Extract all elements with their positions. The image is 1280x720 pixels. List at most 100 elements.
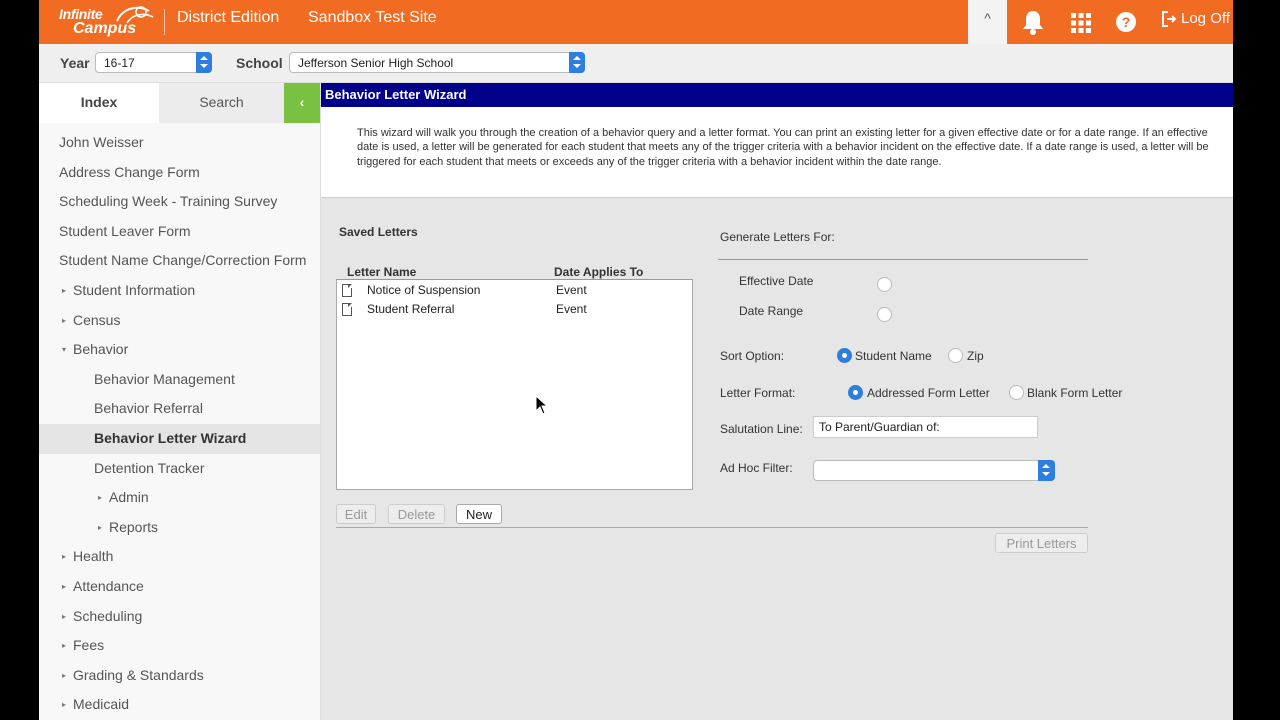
sidebar-item-scheduling[interactable]: ▸ Scheduling [39,602,320,632]
wizard-description: This wizard will walk you through the cr… [321,107,1233,198]
column-header-letter-name[interactable]: Letter Name [347,265,416,279]
help-icon[interactable]: ? [1115,8,1137,36]
collapse-sidebar-button[interactable]: ‹ [284,83,320,123]
chevron-right-icon: ▸ [62,700,67,710]
effective-date-label: Effective Date [739,274,814,288]
chevron-right-icon: ▸ [62,581,67,591]
sidebar-item-medicaid[interactable]: ▸ Medicaid [39,690,320,720]
collapse-header-button[interactable]: ^ [968,0,1007,44]
sidebar: Index Search ‹ John Weisser Address Chan… [39,83,321,720]
list-item[interactable]: Student Referral Event [337,300,692,319]
format-addressed-radio[interactable] [848,385,863,400]
sidebar-item-label: Behavior Letter Wizard [94,429,247,446]
sidebar-item-grading-standards[interactable]: ▸ Grading & Standards [39,661,320,691]
sidebar-tabs: Index Search ‹ [39,83,320,123]
school-select[interactable]: Jefferson Senior High School [289,52,585,73]
sidebar-item-detention-tracker[interactable]: Detention Tracker [39,454,320,484]
adhoc-filter-select[interactable] [813,460,1055,481]
sidebar-item-john-weisser[interactable]: John Weisser [39,128,320,158]
sidebar-item-label: Medicaid [73,696,130,713]
sort-option-label: Sort Option: [720,349,785,363]
sidebar-item-label: Student Leaver Form [59,222,191,239]
mouse-cursor-icon [535,395,549,415]
tab-search[interactable]: Search [159,83,284,123]
sidebar-item-student-name-change-form[interactable]: Student Name Change/Correction Form [39,246,320,276]
sidebar-item-student-information[interactable]: ▸ Student Information [39,276,320,306]
sidebar-item-fees[interactable]: ▸ Fees [39,631,320,661]
column-header-date-applies[interactable]: Date Applies To [554,265,643,279]
sidebar-item-label: Scheduling [73,607,143,624]
sidebar-item-behavior-management[interactable]: Behavior Management [39,365,320,395]
document-icon [342,284,352,297]
new-button[interactable]: New [456,504,502,524]
sidebar-item-health[interactable]: ▸ Health [39,542,320,572]
salutation-input[interactable]: To Parent/Guardian of: [813,416,1038,438]
generate-letters-title: Generate Letters For: [720,230,835,244]
chevron-right-icon: ▸ [62,670,67,680]
sidebar-item-label: Grading & Standards [73,666,204,683]
context-bar: Year 16-17 School Jefferson Senior High … [39,44,1233,83]
chevron-right-icon: ▸ [62,285,67,295]
tab-index[interactable]: Index [39,83,159,123]
description-text: This wizard will walk you through the cr… [357,127,1209,168]
generate-divider [718,259,1088,260]
sidebar-item-census[interactable]: ▸ Census [39,306,320,336]
sidebar-item-student-leaver-form[interactable]: Student Leaver Form [39,217,320,247]
sort-student-name-radio[interactable] [837,348,852,363]
select-arrows-icon [569,52,585,73]
chevron-right-icon: ▸ [62,552,67,562]
letter-format-label: Letter Format: [720,386,796,400]
sidebar-item-label: Census [73,311,121,328]
print-letters-button[interactable]: Print Letters [995,533,1088,553]
log-off-label: Log Off [1181,10,1230,27]
letter-name: Notice of Suspension [367,283,481,297]
page-title: Behavior Letter Wizard [321,83,1233,107]
chevron-right-icon: ▸ [98,522,103,532]
delete-button[interactable]: Delete [388,504,445,524]
date-range-radio[interactable] [877,307,892,322]
bell-icon[interactable] [1021,8,1045,36]
sidebar-item-label: Scheduling Week - Training Survey [59,193,278,210]
app-window: Infinite Campus District Edition Sandbox… [39,0,1233,720]
sort-zip-radio[interactable] [948,348,963,363]
year-select[interactable]: 16-17 [95,52,212,73]
sidebar-item-reports[interactable]: ▸ Reports [39,513,320,543]
site-label: Sandbox Test Site [308,9,437,26]
sort-zip-label[interactable]: Zip [967,349,984,363]
sidebar-item-scheduling-week-survey[interactable]: Scheduling Week - Training Survey [39,187,320,217]
top-bar: Infinite Campus District Edition Sandbox… [39,0,1233,44]
chevron-left-icon: ‹ [299,94,305,110]
sidebar-item-admin[interactable]: ▸ Admin [39,483,320,513]
sidebar-item-behavior[interactable]: ▾ Behavior [39,335,320,365]
sidebar-item-attendance[interactable]: ▸ Attendance [39,572,320,602]
sidebar-item-label: Admin [109,489,149,506]
list-item[interactable]: Notice of Suspension Event [337,281,692,300]
date-range-label: Date Range [739,304,804,318]
sidebar-item-behavior-referral[interactable]: Behavior Referral [39,394,320,424]
format-blank-radio[interactable] [1009,385,1024,400]
saved-letters-title: Saved Letters [339,225,418,239]
saved-letters-list[interactable]: Notice of Suspension Event Student Refer… [336,280,693,490]
select-arrows-icon [1038,460,1055,481]
main-panel: Behavior Letter Wizard This wizard will … [321,83,1233,720]
sidebar-item-label: Health [73,548,114,565]
svg-text:?: ? [1122,14,1131,30]
effective-date-radio[interactable] [877,277,892,292]
sidebar-item-label: Fees [73,637,105,654]
chevron-right-icon: ▸ [62,315,67,325]
infinite-campus-logo[interactable]: Infinite Campus [57,3,157,41]
sidebar-item-behavior-letter-wizard[interactable]: Behavior Letter Wizard [39,423,320,454]
sidebar-item-address-change-form[interactable]: Address Change Form [39,158,320,188]
year-value: 16-17 [104,56,135,70]
format-addressed-label[interactable]: Addressed Form Letter [867,386,990,400]
sidebar-nav: John Weisser Address Change Form Schedul… [39,128,320,720]
sort-student-name-label[interactable]: Student Name [855,349,932,363]
adhoc-filter-label: Ad Hoc Filter: [720,461,793,475]
format-blank-label[interactable]: Blank Form Letter [1027,386,1122,400]
edit-button[interactable]: Edit [336,504,376,524]
school-label: School [236,55,283,71]
app-grid-icon[interactable] [1070,9,1092,37]
letter-applies: Event [556,283,587,297]
year-label: Year [60,55,90,71]
chevron-right-icon: ▸ [62,611,67,621]
